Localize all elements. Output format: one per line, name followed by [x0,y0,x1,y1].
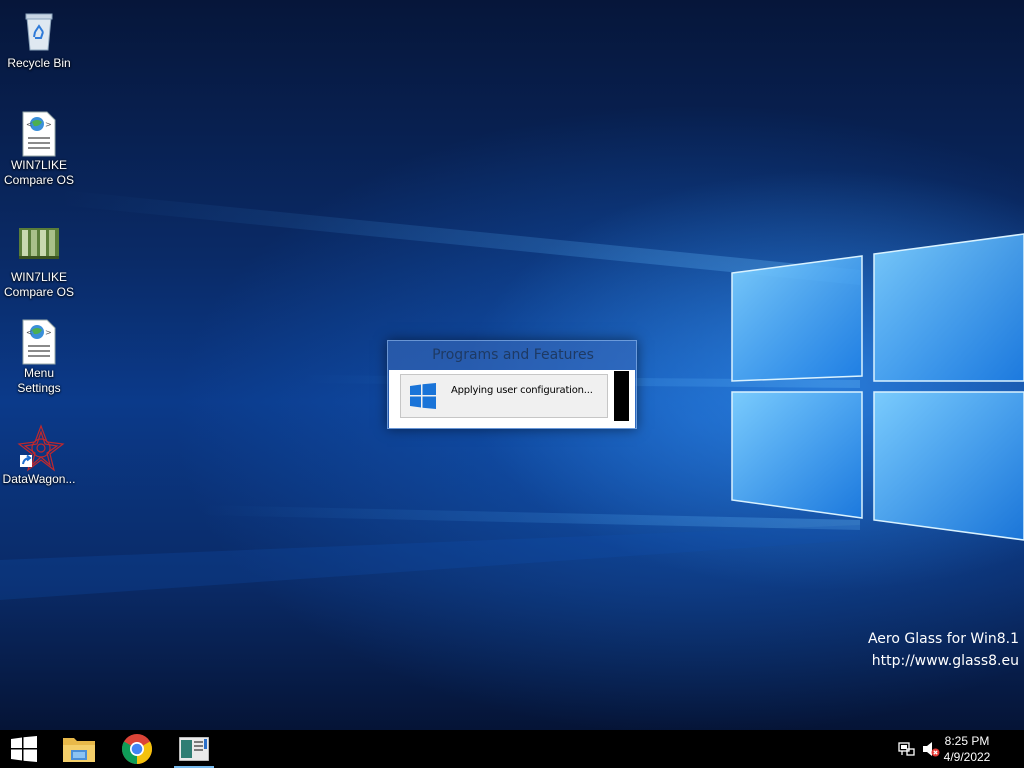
taskbar-clock[interactable]: 8:25 PM 4/9/2022 [932,733,1002,765]
aero-glass-watermark: Aero Glass for Win8.1 http://www.glass8.… [868,628,1019,672]
watermark-line-2: http://www.glass8.eu [871,653,1019,669]
svg-text:>: > [45,328,52,337]
windows-logo-icon [410,383,436,409]
desktop-icon-label: Menu Settings [17,366,61,395]
taskbar-file-explorer[interactable] [55,730,103,768]
taskbar-chrome[interactable] [113,730,161,768]
desktop-icon-label: Recycle Bin [7,56,71,70]
folder-icon [63,738,95,762]
taskbar [0,730,1024,768]
dialog-title[interactable]: Programs and Features [388,341,638,369]
watermark-line-1: Aero Glass for Win8.1 [867,631,1019,647]
html-document-icon: < > [17,318,61,365]
shortcut-icon [17,424,65,472]
clock-time: 8:25 PM [944,734,990,748]
desktop-icon-win7like-image[interactable]: WIN7LIKE Compare OS [0,222,78,300]
desktop-icon-menu-settings[interactable]: < > Menu Settings [0,318,78,396]
desktop-icon-label: DataWagon... [2,472,76,486]
chrome-icon [121,734,153,764]
dialog-body: Applying user configuration... [389,370,635,428]
status-message: Applying user configuration... [451,385,593,396]
image-file-icon [17,222,61,266]
desktop-icon-label: WIN7LIKE Compare OS [3,158,75,187]
html-document-icon: < > [17,110,61,157]
dialog-side-bar [614,371,629,421]
desktop-icon-label: WIN7LIKE Compare OS [3,270,75,299]
svg-text:<: < [26,120,33,129]
network-icon[interactable] [898,740,916,758]
svg-text:>: > [45,120,52,129]
desktop: Recycle Bin < > WIN7LIKE Compare OS WIN7… [0,0,1024,730]
desktop-icon-win7like-html[interactable]: < > WIN7LIKE Compare OS [0,110,78,188]
programs-and-features-dialog: Programs and Features Applying user conf… [387,340,637,429]
taskbar-open-app[interactable] [170,730,218,768]
windows-logo-icon [11,736,37,762]
progress-panel: Applying user configuration... [400,374,608,418]
start-button[interactable] [0,730,48,768]
window-app-icon [179,737,209,761]
clock-date: 4/9/2022 [943,750,991,764]
desktop-icon-datawagon[interactable]: DataWagon... [0,424,78,487]
desktop-icon-recycle-bin[interactable]: Recycle Bin [0,8,78,71]
recycle-bin-icon [17,8,61,52]
svg-text:<: < [26,328,33,337]
